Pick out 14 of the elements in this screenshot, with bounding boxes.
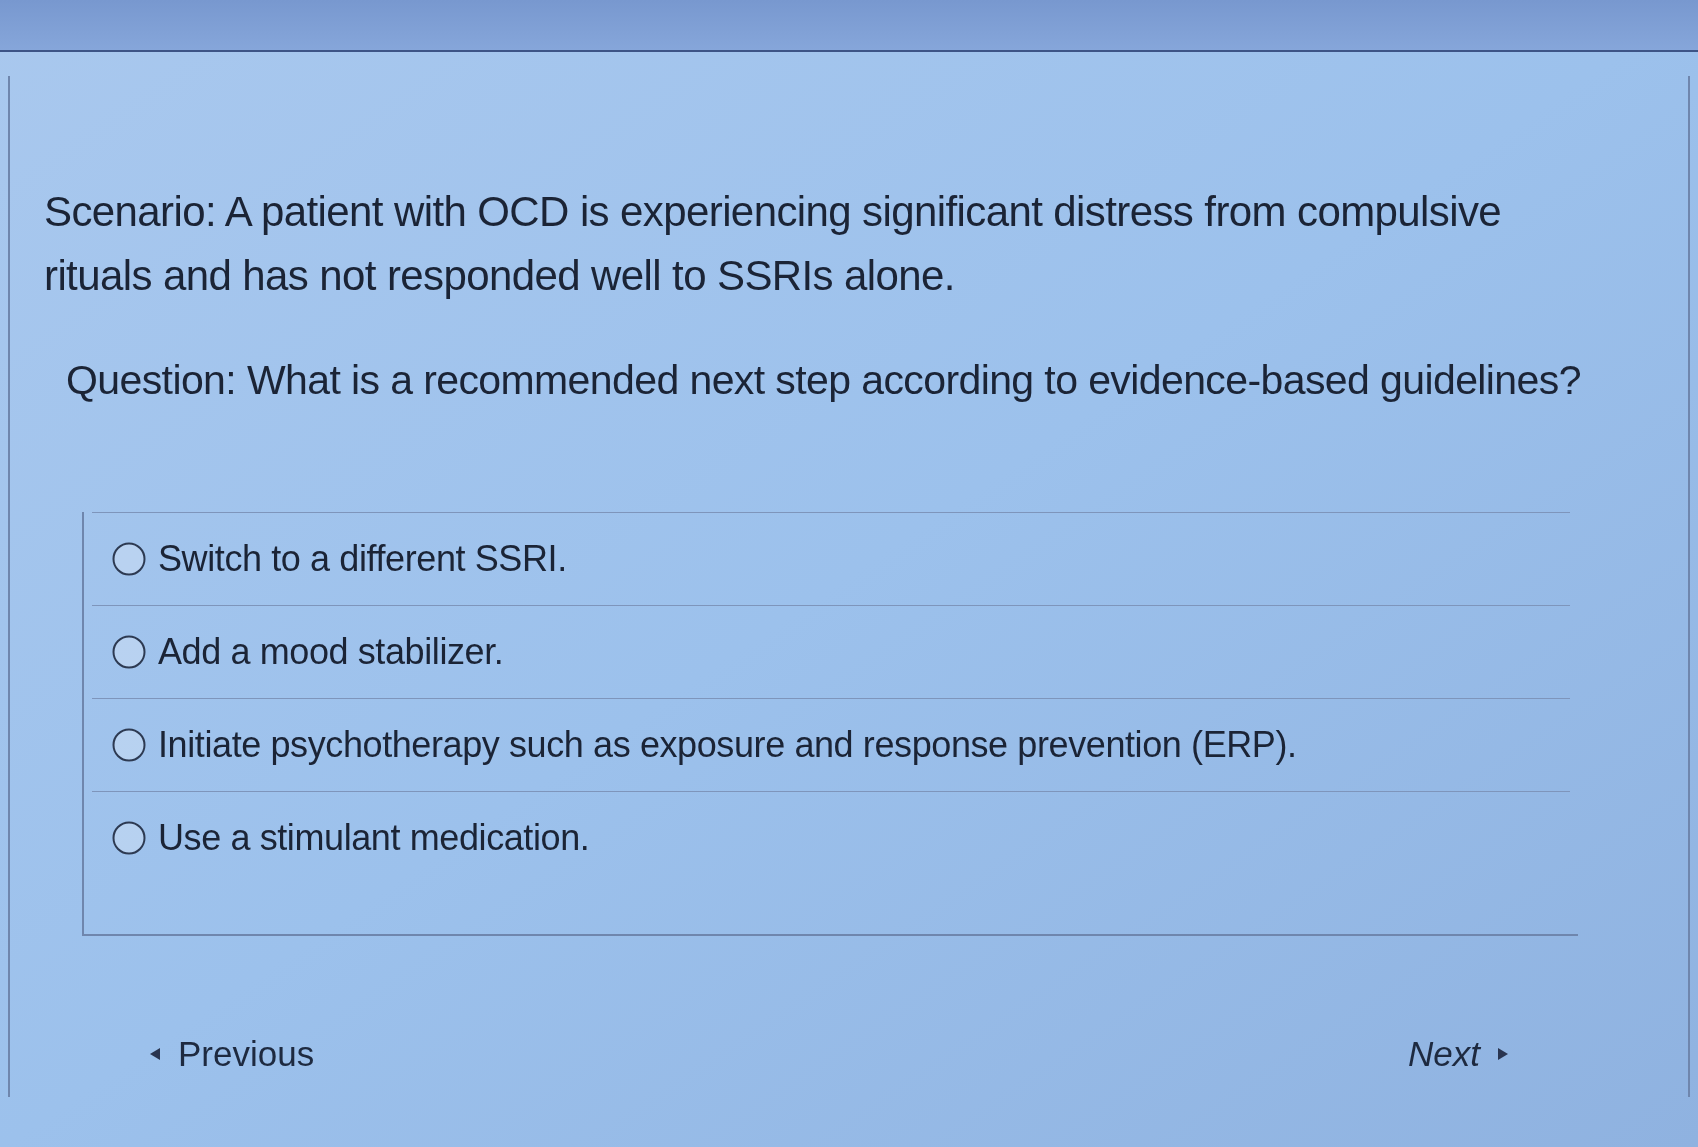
radio-icon[interactable] [112, 821, 146, 855]
answer-option[interactable]: Add a mood stabilizer. [158, 625, 504, 679]
scenario-text: Scenario: A patient with OCD is experiencing significant distress from compulsive rituals and has not responded well to SSRIs alone. [44, 187, 1503, 301]
answer-option[interactable]: Use a stimulant medication. [158, 811, 590, 865]
question-text: Question: What is a recommended next step according to evidence-based guidelines? [65, 356, 1582, 405]
next-button[interactable]: Next [1408, 1028, 1508, 1081]
radio-icon[interactable] [112, 635, 146, 669]
answer-option[interactable]: Initiate psychotherapy such as exposure and response prevention (ERP). [158, 718, 1297, 772]
previous-button[interactable]: Previous [150, 1028, 315, 1081]
radio-icon[interactable] [112, 728, 146, 762]
radio-icon[interactable] [112, 542, 146, 576]
answer-option[interactable]: Switch to a different SSRI. [158, 532, 567, 586]
left-triangle-icon [150, 1048, 160, 1061]
right-triangle-icon [1498, 1048, 1508, 1061]
